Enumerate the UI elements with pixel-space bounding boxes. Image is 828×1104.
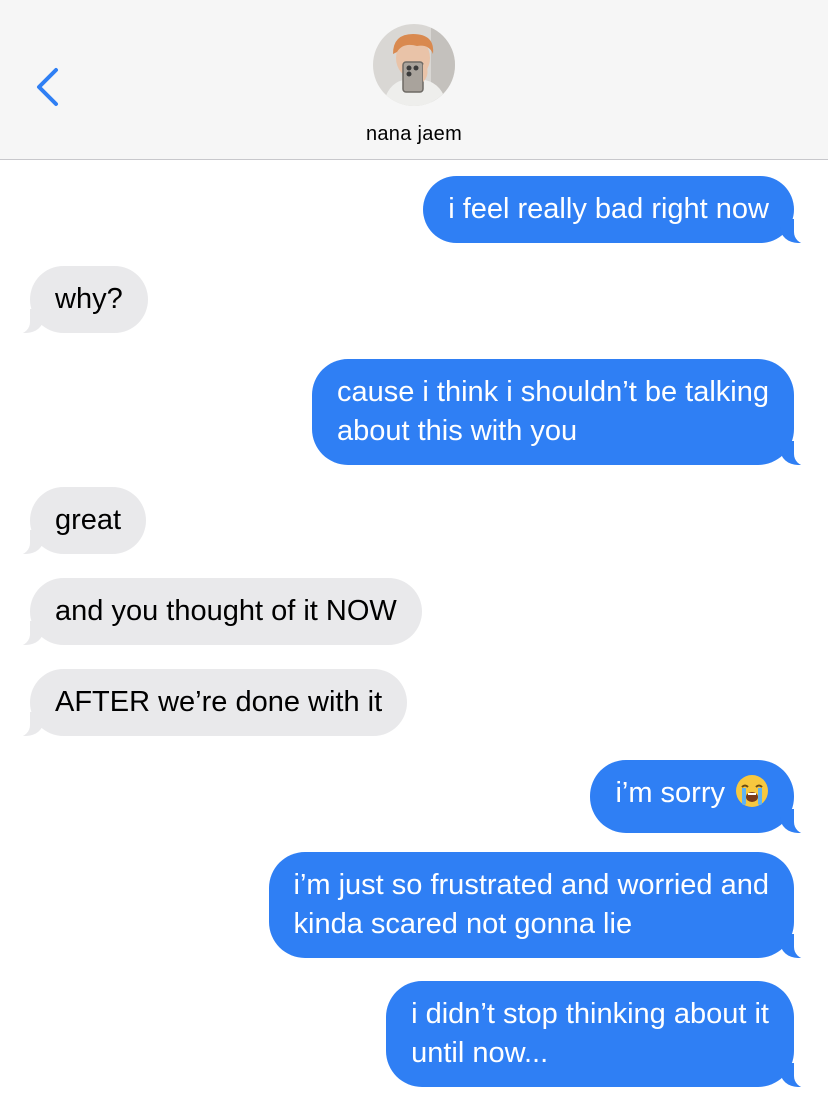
avatar[interactable]	[373, 24, 455, 106]
loudly-crying-face-icon	[735, 774, 769, 819]
message-received[interactable]: and you thought of it NOW	[10, 578, 422, 646]
back-button[interactable]	[30, 64, 70, 112]
message-text: i feel really bad right now	[448, 193, 769, 225]
message-sent[interactable]: i feel really bad right now	[423, 176, 814, 244]
message-text: i’m just so frustrated and worried and k…	[293, 869, 770, 940]
message-text: great	[55, 504, 122, 536]
contact-photo	[373, 24, 455, 106]
chevron-left-icon	[37, 68, 58, 106]
message-text: i’m sorry	[615, 777, 725, 809]
message-received[interactable]: AFTER we’re done with it	[9, 669, 408, 737]
message-sent[interactable]: i’m just so frustrated and worried and k…	[268, 852, 814, 959]
message-received[interactable]: great	[9, 487, 147, 555]
message-text: AFTER we’re done with it	[55, 686, 383, 718]
message-text: and you thought of it NOW	[55, 595, 397, 627]
message-received[interactable]: why?	[10, 266, 148, 334]
message-sent[interactable]: i’m sorry	[590, 760, 814, 834]
message-sent[interactable]: i didn’t stop thinking about it until no…	[386, 981, 814, 1088]
message-text: i didn’t stop thinking about it until no…	[411, 998, 769, 1069]
contact-name[interactable]: nana jaem	[0, 123, 828, 146]
message-text: cause i think i shouldn’t be talking abo…	[336, 376, 769, 447]
message-sent[interactable]: cause i think i shouldn’t be talking abo…	[311, 359, 815, 466]
message-text: why?	[55, 283, 123, 315]
conversation-header: nana jaem	[0, 0, 828, 160]
